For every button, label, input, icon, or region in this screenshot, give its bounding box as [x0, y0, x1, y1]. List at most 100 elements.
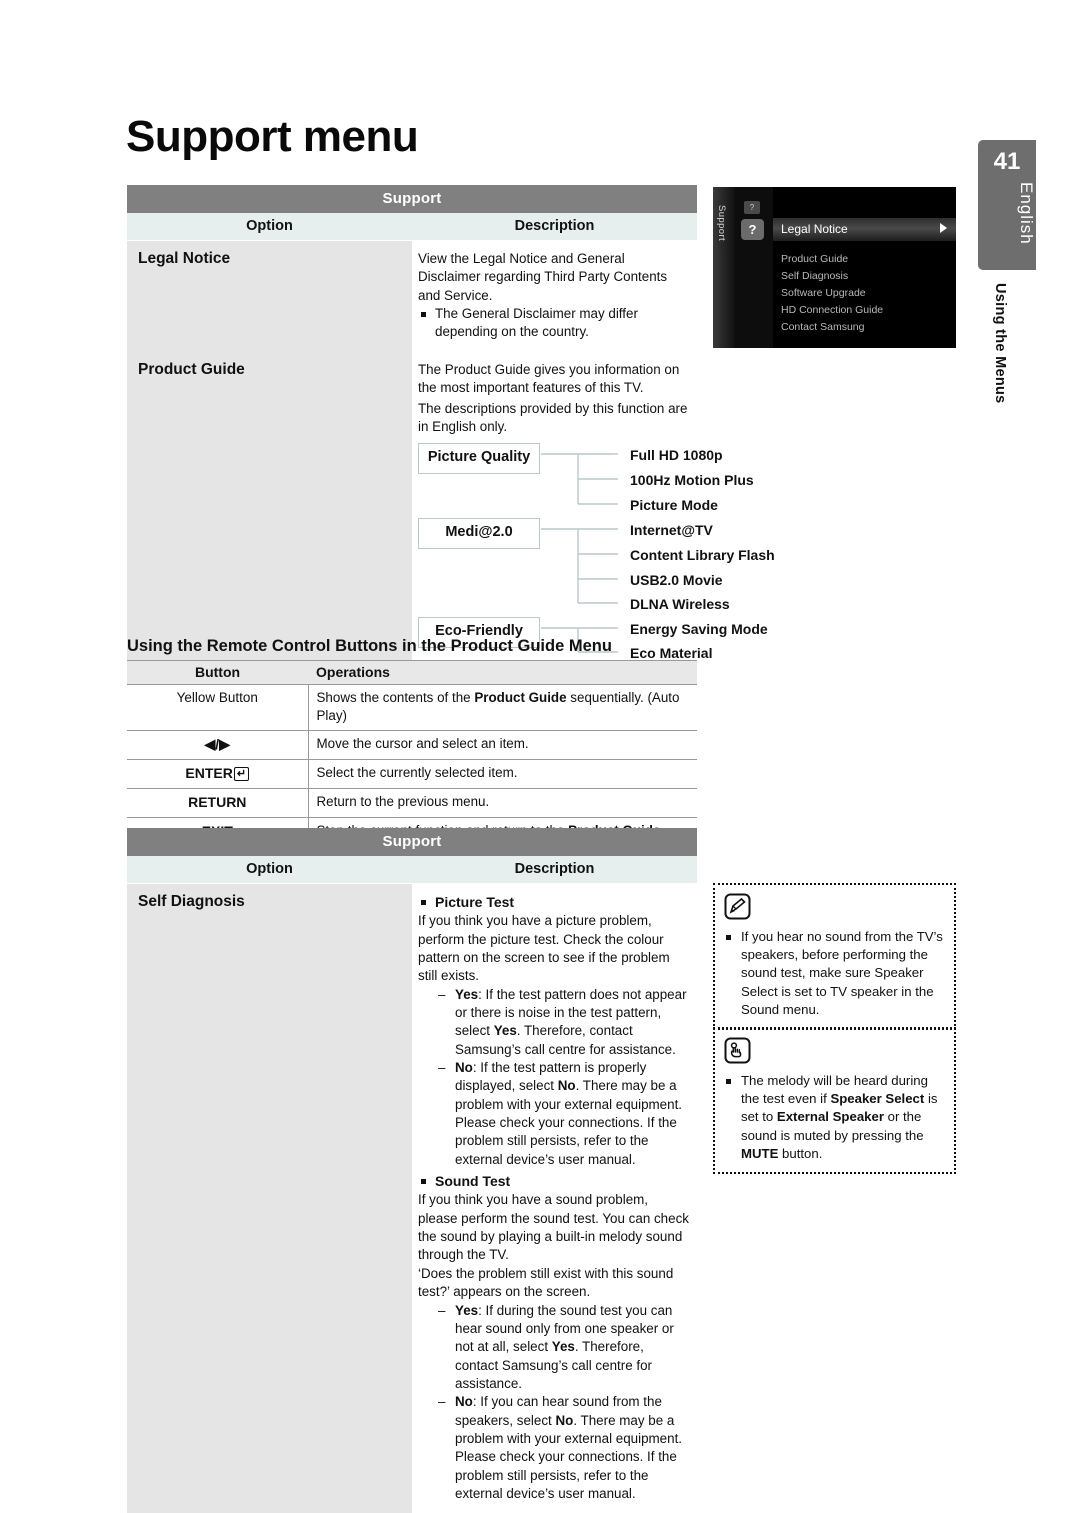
support-band-label-2: Support — [127, 828, 697, 856]
operation-left-right: Move the cursor and select an item. — [308, 731, 697, 760]
page-number: 41 — [978, 148, 1036, 176]
tree-leaf-internet-tv: Internet@TV — [630, 521, 713, 540]
press-button-icon — [724, 1037, 945, 1069]
button-enter-label: ENTER — [185, 765, 232, 781]
tv-selected-item-label: Legal Notice — [781, 222, 848, 236]
tv-left-rail: Support — [713, 187, 735, 348]
legal-notice-paragraph: View the Legal Notice and General Discla… — [418, 250, 689, 305]
chevron-right-icon — [940, 223, 947, 233]
yes-bold: Yes — [552, 1339, 575, 1354]
tv-menu-screenshot: Support ? ? Legal Notice Product Guide S… — [713, 187, 956, 348]
melody-text-post: button. — [778, 1146, 822, 1161]
header-description: Description — [412, 213, 697, 241]
description-legal-notice: View the Legal Notice and General Discla… — [412, 241, 697, 352]
sound-test-yes: Yes: If during the sound test you can he… — [418, 1302, 689, 1394]
table-row: Self Diagnosis Picture Test If you think… — [127, 884, 697, 1513]
page-marker: 41 English — [978, 140, 1036, 270]
button-enter: ENTER↵ — [127, 760, 308, 789]
table-row: ENTER↵ Select the currently selected ite… — [127, 760, 697, 789]
yes-label: Yes — [455, 1303, 478, 1318]
support-band-label: Support — [127, 185, 697, 213]
operation-return: Return to the previous menu. — [308, 788, 697, 817]
tree-leaf-content-library-flash: Content Library Flash — [630, 546, 775, 565]
tree-group-medi-2-0: Medi@2.0 — [418, 518, 540, 549]
table-row: ◀/▶ Move the cursor and select an item. — [127, 731, 697, 760]
description-self-diagnosis: Picture Test If you think you have a pic… — [412, 884, 697, 1513]
tv-icon-column: ? ? — [735, 187, 773, 348]
no-label: No — [455, 1394, 473, 1409]
picture-test-title: Picture Test — [418, 893, 689, 912]
table-header-row: Option Description — [127, 856, 697, 884]
section-label: Using the Menus — [992, 283, 1008, 404]
operation-enter: Select the currently selected item. — [308, 760, 697, 789]
option-legal-notice: Legal Notice — [127, 241, 412, 352]
tv-menu-item-self-diagnosis[interactable]: Self Diagnosis — [781, 270, 848, 282]
sound-test-paragraph-2: ‘Does the problem still exist with this … — [418, 1265, 689, 1302]
melody-bold-1: Speaker Select — [830, 1091, 924, 1106]
no-bold: No — [555, 1413, 573, 1428]
sound-test-no: No: If you can hear sound from the speak… — [418, 1393, 689, 1503]
description-product-guide: The Product Guide gives you information … — [412, 352, 697, 673]
note-text-speaker-select: If you hear no sound from the TV’s speak… — [724, 928, 945, 1019]
note-text-melody: The melody will be heard during the test… — [724, 1072, 945, 1163]
yes-bold: Yes — [494, 1023, 517, 1038]
button-return: RETURN — [127, 788, 308, 817]
melody-bold-3: MUTE — [741, 1146, 778, 1161]
table-row: RETURN Return to the previous menu. — [127, 788, 697, 817]
no-bold: No — [558, 1078, 576, 1093]
tree-leaf-picture-mode: Picture Mode — [630, 496, 718, 515]
header-description-2: Description — [412, 856, 697, 884]
remote-section-heading: Using the Remote Control Buttons in the … — [127, 637, 612, 656]
option-self-diagnosis: Self Diagnosis — [127, 884, 412, 1513]
tree-group-picture-quality: Picture Quality — [418, 443, 540, 474]
header-button: Button — [127, 661, 308, 685]
option-product-guide: Product Guide — [127, 352, 412, 673]
tv-rail-label: Support — [716, 205, 727, 241]
picture-test-yes: Yes: If the test pattern does not appear… — [418, 986, 689, 1059]
note-box-speaker-select: If you hear no sound from the TV’s speak… — [713, 883, 956, 1030]
op-text-bold: Product Guide — [474, 690, 566, 705]
table-header-row: Button Operations — [127, 661, 697, 685]
product-guide-paragraph-2: The descriptions provided by this functi… — [418, 400, 689, 437]
tv-menu-item-contact-samsung[interactable]: Contact Samsung — [781, 321, 864, 333]
yes-label: Yes — [455, 987, 478, 1002]
tv-menu-item-hd-connection-guide[interactable]: HD Connection Guide — [781, 304, 883, 316]
table-row: Product Guide The Product Guide gives yo… — [127, 352, 697, 673]
note-box-melody: The melody will be heard during the test… — [713, 1027, 956, 1174]
operation-yellow: Shows the contents of the Product Guide … — [308, 685, 697, 731]
table-header-row: Option Description — [127, 213, 697, 241]
legal-notice-bullet: The General Disclaimer may differ depend… — [418, 305, 689, 342]
note-pencil-icon — [724, 893, 945, 925]
sound-test-paragraph-1: If you think you have a sound problem, p… — [418, 1191, 689, 1264]
tree-leaf-usb2-0-movie: USB2.0 Movie — [630, 571, 723, 590]
support-table-1: Support Option Description Legal Notice … — [127, 185, 697, 673]
table-band-row: Support — [127, 828, 697, 856]
sound-test-title: Sound Test — [418, 1172, 689, 1191]
page-language-label: English — [978, 182, 1036, 245]
tree-leaf-full-hd-1080p: Full HD 1080p — [630, 446, 723, 465]
tv-menu-item-software-upgrade[interactable]: Software Upgrade — [781, 287, 866, 299]
picture-test-paragraph: If you think you have a picture problem,… — [418, 912, 689, 985]
tree-leaf-100hz-motion-plus: 100Hz Motion Plus — [630, 471, 754, 490]
no-label: No — [455, 1060, 473, 1075]
tv-menu-item-product-guide[interactable]: Product Guide — [781, 253, 848, 265]
tree-leaf-dlna-wireless: DLNA Wireless — [630, 595, 730, 614]
picture-test-no: No: If the test pattern is properly disp… — [418, 1059, 689, 1169]
tree-leaf-energy-saving-mode: Energy Saving Mode — [630, 620, 768, 639]
header-option: Option — [127, 213, 412, 241]
header-option-2: Option — [127, 856, 412, 884]
table-band-row: Support — [127, 185, 697, 213]
op-text-pre: Shows the contents of the — [317, 690, 475, 705]
button-yellow: Yellow Button — [127, 685, 308, 731]
product-guide-paragraph-1: The Product Guide gives you information … — [418, 361, 689, 398]
table-row: Legal Notice View the Legal Notice and G… — [127, 241, 697, 352]
tv-question-mark-icon: ? — [741, 219, 764, 240]
melody-bold-2: External Speaker — [777, 1109, 884, 1124]
button-left-right-arrows: ◀/▶ — [127, 731, 308, 760]
page-title: Support menu — [126, 112, 418, 162]
product-guide-tree-diagram: Picture Quality Full HD 1080p 100Hz Moti… — [418, 440, 689, 663]
table-row: Yellow Button Shows the contents of the … — [127, 685, 697, 731]
tv-small-question-icon: ? — [744, 201, 760, 214]
enter-return-icon: ↵ — [234, 767, 249, 781]
support-table-2: Support Option Description Self Diagnosi… — [127, 828, 697, 1513]
